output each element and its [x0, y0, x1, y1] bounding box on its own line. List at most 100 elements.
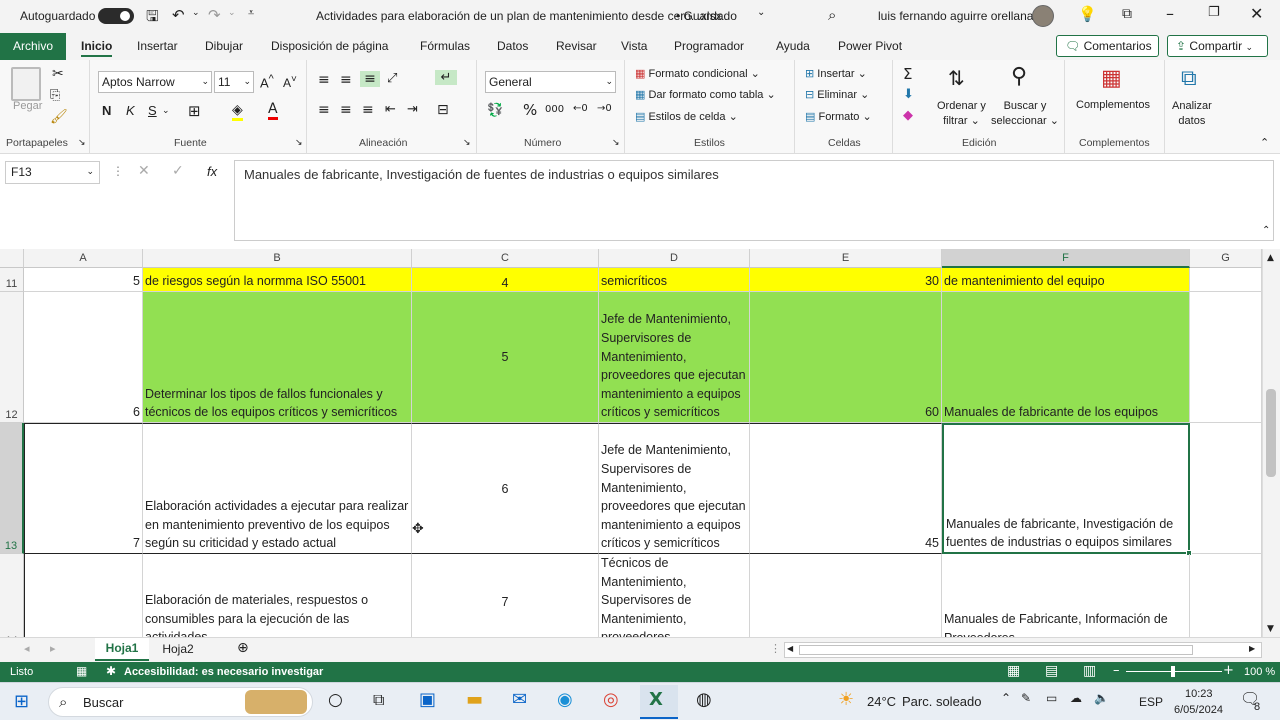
table-cell[interactable]: 5: [24, 268, 143, 292]
borders-icon[interactable]: ⊞: [188, 102, 201, 120]
align-left-icon[interactable]: ≡: [318, 102, 330, 118]
add-sheet-icon[interactable]: ⊕: [237, 640, 249, 656]
language-indicator[interactable]: ESP: [1139, 695, 1163, 709]
wrap-text-icon[interactable]: ↵: [435, 70, 457, 85]
tab-inicio[interactable]: Inicio: [81, 39, 113, 57]
table-cell[interactable]: Determinar los tipos de fallos funcional…: [143, 292, 412, 423]
table-cell[interactable]: de riesgos según la normma ISO 55001: [143, 268, 412, 292]
underline-button[interactable]: S: [148, 103, 157, 118]
orientation-icon[interactable]: ⤢: [387, 71, 397, 86]
cloud-icon[interactable]: ☁: [1070, 691, 1082, 705]
lightbulb-icon[interactable]: 💡: [1078, 5, 1097, 23]
windows-start-icon[interactable]: ⊞: [14, 691, 29, 712]
cortana-icon[interactable]: ○: [328, 690, 343, 710]
table-cell[interactable]: 7: [24, 423, 143, 554]
align-middle-icon[interactable]: ≡: [340, 72, 352, 88]
chrome-icon[interactable]: ◎: [603, 689, 619, 710]
number-format-select[interactable]: General ⌄: [485, 71, 616, 93]
row-header[interactable]: 13: [0, 423, 24, 554]
share-button[interactable]: ⇪ Compartir ⌄: [1167, 35, 1268, 57]
clock-time[interactable]: 10:23: [1185, 688, 1213, 700]
table-cell[interactable]: [1190, 554, 1262, 649]
table-cell[interactable]: de mantenimiento del equipo: [942, 268, 1190, 292]
row-header[interactable]: 12: [0, 292, 24, 423]
fill-color-icon[interactable]: ◈: [232, 102, 243, 121]
save-icon[interactable]: 🖫: [146, 6, 159, 31]
autosave-toggle[interactable]: [98, 8, 134, 24]
tab-datos[interactable]: Datos: [497, 39, 528, 53]
dialog-launcher-icon[interactable]: ↘: [463, 138, 471, 148]
weather-desc[interactable]: Parc. soleado: [902, 694, 982, 709]
insert-cells-button[interactable]: ⊞ Insertar ⌄: [805, 67, 867, 80]
accounting-format-icon[interactable]: 💱: [487, 103, 503, 118]
analyze-data-button[interactable]: Analizar datos: [1172, 99, 1212, 129]
redo-icon[interactable]: ↷: [208, 6, 221, 24]
chevron-down-icon[interactable]: ⌄: [162, 106, 170, 116]
align-top-icon[interactable]: ≡: [318, 72, 330, 88]
paste-button[interactable]: Pegar: [13, 100, 42, 112]
column-header-c[interactable]: C: [412, 249, 599, 268]
tab-programador[interactable]: Programador: [674, 39, 744, 53]
chevron-down-icon[interactable]: ⌄: [757, 7, 765, 18]
sheet-tab-hoja1[interactable]: Hoja1: [95, 638, 149, 661]
table-cell[interactable]: Elaboración de materiales, respuestos o …: [143, 554, 412, 649]
more-options-icon[interactable]: ⋮: [770, 642, 781, 655]
tab-dibujar[interactable]: Dibujar: [205, 39, 243, 53]
zoom-slider-thumb[interactable]: [1171, 666, 1175, 677]
italic-button[interactable]: K: [126, 103, 135, 118]
formula-input[interactable]: Manuales de fabricante, Investigación de…: [234, 160, 1274, 241]
select-all-corner[interactable]: [0, 249, 24, 268]
clear-icon[interactable]: ◆: [903, 108, 913, 123]
taskbar-search[interactable]: ⌕ Buscar: [48, 687, 313, 717]
minimize-icon[interactable]: –: [1166, 4, 1174, 23]
column-header-b[interactable]: B: [143, 249, 412, 268]
copy-icon[interactable]: ⎘: [50, 88, 60, 103]
next-sheet-icon[interactable]: ▸: [50, 642, 56, 655]
paste-icon[interactable]: [11, 67, 41, 101]
decrease-decimal-icon[interactable]: →0: [597, 103, 612, 114]
confirm-entry-icon[interactable]: ✓: [172, 163, 184, 179]
task-view-icon[interactable]: ⧉: [373, 690, 384, 710]
tab-disposicion[interactable]: Disposición de página: [271, 39, 388, 53]
find-select-icon[interactable]: ⚲: [1011, 64, 1027, 89]
addins-icon[interactable]: ▦: [1101, 66, 1122, 91]
increase-decimal-icon[interactable]: ←0: [573, 103, 588, 114]
undo-dropdown-icon[interactable]: ⌄: [192, 8, 200, 18]
column-header-g[interactable]: G: [1190, 249, 1262, 268]
align-right-icon[interactable]: ≡: [362, 102, 374, 118]
table-cell[interactable]: Jefe de Mantenimiento, Supervisores de M…: [599, 292, 750, 423]
comments-button[interactable]: 🗨 Comentarios: [1056, 35, 1159, 57]
horizontal-scroll-thumb[interactable]: [799, 645, 1193, 655]
prev-sheet-icon[interactable]: ◂: [24, 642, 30, 655]
macro-record-icon[interactable]: ▦: [76, 664, 87, 678]
table-cell[interactable]: 4: [412, 268, 599, 292]
cancel-entry-icon[interactable]: ✕: [138, 163, 150, 179]
edge-icon[interactable]: ◉: [557, 689, 573, 710]
zoom-in-icon[interactable]: +: [1223, 663, 1234, 678]
autosum-icon[interactable]: Σ: [903, 65, 912, 83]
comma-style-icon[interactable]: 000: [545, 104, 564, 115]
excel-taskbar-button[interactable]: X: [640, 685, 678, 719]
table-cell[interactable]: 6: [412, 423, 599, 554]
scroll-up-icon[interactable]: ▲: [1267, 253, 1274, 263]
row-header[interactable]: 14: [0, 554, 24, 649]
close-icon[interactable]: ✕: [1250, 4, 1263, 23]
save-status[interactable]: • Guardado: [676, 9, 737, 23]
font-color-icon[interactable]: A: [268, 101, 278, 120]
align-center-icon[interactable]: ≡: [340, 102, 352, 118]
horizontal-scrollbar[interactable]: ◀ ▶: [784, 642, 1262, 658]
scroll-down-icon[interactable]: ▼: [1267, 624, 1274, 634]
column-header-a[interactable]: A: [24, 249, 143, 268]
table-cell[interactable]: Jefe de Mantenimiento, Supervisores de M…: [599, 423, 750, 554]
tab-revisar[interactable]: Revisar: [556, 39, 597, 53]
merge-center-icon[interactable]: ⊟: [437, 102, 449, 118]
tab-power-pivot[interactable]: Power Pivot: [838, 39, 902, 53]
find-select-button[interactable]: Buscar y seleccionar ⌄: [991, 99, 1059, 129]
analyze-data-icon[interactable]: ⧉: [1181, 66, 1197, 91]
table-cell[interactable]: 60: [750, 292, 942, 423]
accessibility-icon[interactable]: ✱: [106, 664, 116, 678]
column-header-e[interactable]: E: [750, 249, 942, 268]
tab-insertar[interactable]: Insertar: [137, 39, 178, 53]
restore-icon[interactable]: ❐: [1208, 5, 1220, 20]
ribbon-display-icon[interactable]: ⧉: [1122, 6, 1132, 22]
